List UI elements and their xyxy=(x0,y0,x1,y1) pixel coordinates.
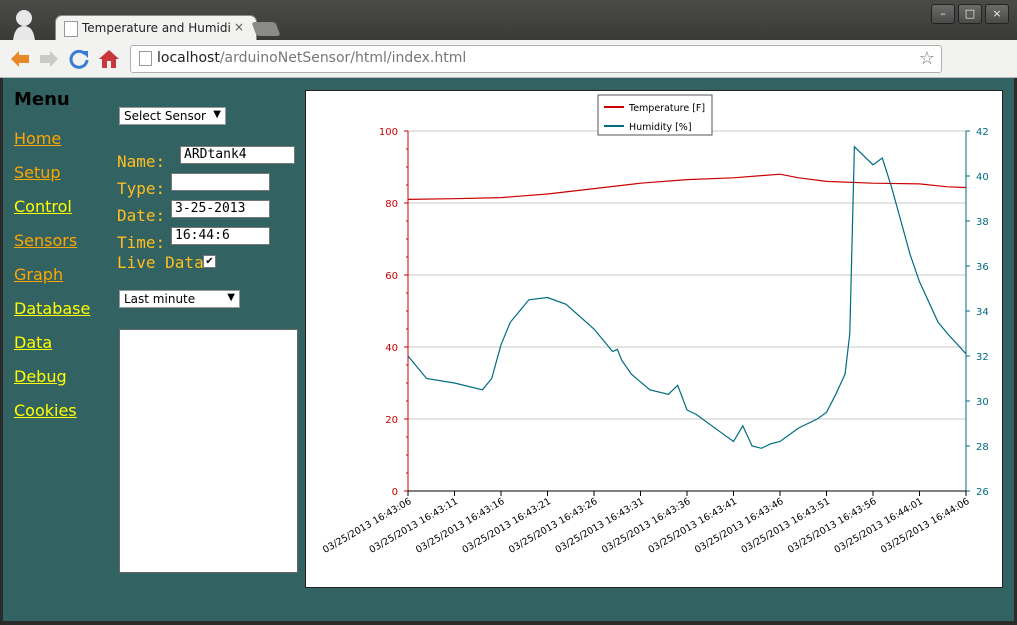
left-tick-label: 0 xyxy=(392,487,398,498)
menu-title: Menu xyxy=(14,89,70,110)
name-label: Name: xyxy=(117,152,166,171)
left-tick-label: 80 xyxy=(385,199,398,210)
right-tick-label: 34 xyxy=(976,307,989,318)
type-field[interactable] xyxy=(171,173,270,191)
chevron-down-icon: ▼ xyxy=(213,109,221,120)
date-label: Date: xyxy=(117,206,166,225)
right-tick-label: 26 xyxy=(976,487,989,498)
home-icon[interactable] xyxy=(98,48,120,70)
right-tick-label: 40 xyxy=(976,172,989,183)
left-tick-label: 20 xyxy=(385,415,398,426)
right-tick-label: 36 xyxy=(976,262,989,273)
menu-link-cookies[interactable]: Cookies xyxy=(14,401,77,420)
close-button[interactable]: × xyxy=(985,4,1009,24)
temperature-humidity-chart: 0 20 40 60 80 100 26 28 30 32 34 36 38 40 42 03/25/2013… xyxy=(321,94,989,556)
maximize-button[interactable]: □ xyxy=(958,4,982,24)
chart-panel: 0 20 40 60 80 100 26 28 30 32 34 36 38 40 42 03/25/2013… xyxy=(305,90,1003,588)
tab-close-icon[interactable]: × xyxy=(234,20,244,34)
new-tab-button[interactable] xyxy=(251,22,281,36)
browser-tab[interactable]: Temperature and Humidi × xyxy=(56,16,256,42)
page-icon xyxy=(139,51,152,66)
live-data-checkbox[interactable]: ✔ xyxy=(203,255,216,268)
menu-link-control[interactable]: Control xyxy=(14,197,72,216)
select-sensor-dropdown[interactable]: Select Sensor ▼ xyxy=(119,107,226,125)
legend-label: Temperature [F] xyxy=(628,103,705,114)
address-bar[interactable]: localhost/arduinoNetSensor/html/index.ht… xyxy=(130,45,942,73)
series-line-temperature xyxy=(407,173,967,200)
back-arrow-icon[interactable] xyxy=(9,48,31,70)
browser-toolbar: localhost/arduinoNetSensor/html/index.ht… xyxy=(0,40,1017,108)
left-tick-label: 40 xyxy=(385,343,398,354)
minimize-button[interactable]: – xyxy=(931,4,955,24)
tab-title: Temperature and Humidi xyxy=(82,21,230,35)
legend-label: Humidity [%] xyxy=(629,122,692,133)
left-tick-label: 100 xyxy=(379,127,398,138)
series-line-humidity xyxy=(407,145,967,449)
right-tick-label: 42 xyxy=(976,127,989,138)
page-icon xyxy=(64,21,78,37)
profile-avatar-icon[interactable] xyxy=(10,8,38,42)
reload-icon[interactable] xyxy=(68,48,90,70)
log-textarea[interactable] xyxy=(119,329,298,573)
menu-link-home[interactable]: Home xyxy=(14,129,61,148)
left-tick-label: 60 xyxy=(385,271,398,282)
live-data-label: Live Data xyxy=(117,253,204,272)
time-field[interactable]: 16:44:6 xyxy=(171,227,270,245)
menu-link-database[interactable]: Database xyxy=(14,299,90,318)
menu-link-sensors[interactable]: Sensors xyxy=(14,231,77,250)
menu-link-setup[interactable]: Setup xyxy=(14,163,61,182)
menu-link-debug[interactable]: Debug xyxy=(14,367,67,386)
right-tick-label: 30 xyxy=(976,397,989,408)
menu-link-data[interactable]: Data xyxy=(14,333,52,352)
chevron-down-icon: ▼ xyxy=(227,292,235,303)
type-label: Type: xyxy=(117,179,166,198)
x-tick-label: 03/25/2013 16:44:06 xyxy=(879,496,971,556)
right-tick-label: 28 xyxy=(976,442,989,453)
right-tick-label: 32 xyxy=(976,352,989,363)
menu-link-graph[interactable]: Graph xyxy=(14,265,63,284)
bookmark-star-icon[interactable]: ☆ xyxy=(919,48,935,69)
window-titlebar: Temperature and Humidi × – □ × xyxy=(0,0,1017,42)
right-tick-label: 38 xyxy=(976,217,989,228)
page-content: Menu Home Setup Control Sensors Graph Databas… xyxy=(3,78,1014,621)
time-label: Time: xyxy=(117,233,166,252)
name-field[interactable]: ARDtank4 xyxy=(180,146,295,164)
forward-arrow-icon[interactable] xyxy=(38,48,60,70)
time-range-dropdown[interactable]: Last minute ▼ xyxy=(119,290,240,308)
date-field[interactable]: 3-25-2013 xyxy=(171,200,270,218)
url-text[interactable]: localhost/arduinoNetSensor/html/index.ht… xyxy=(157,50,466,66)
